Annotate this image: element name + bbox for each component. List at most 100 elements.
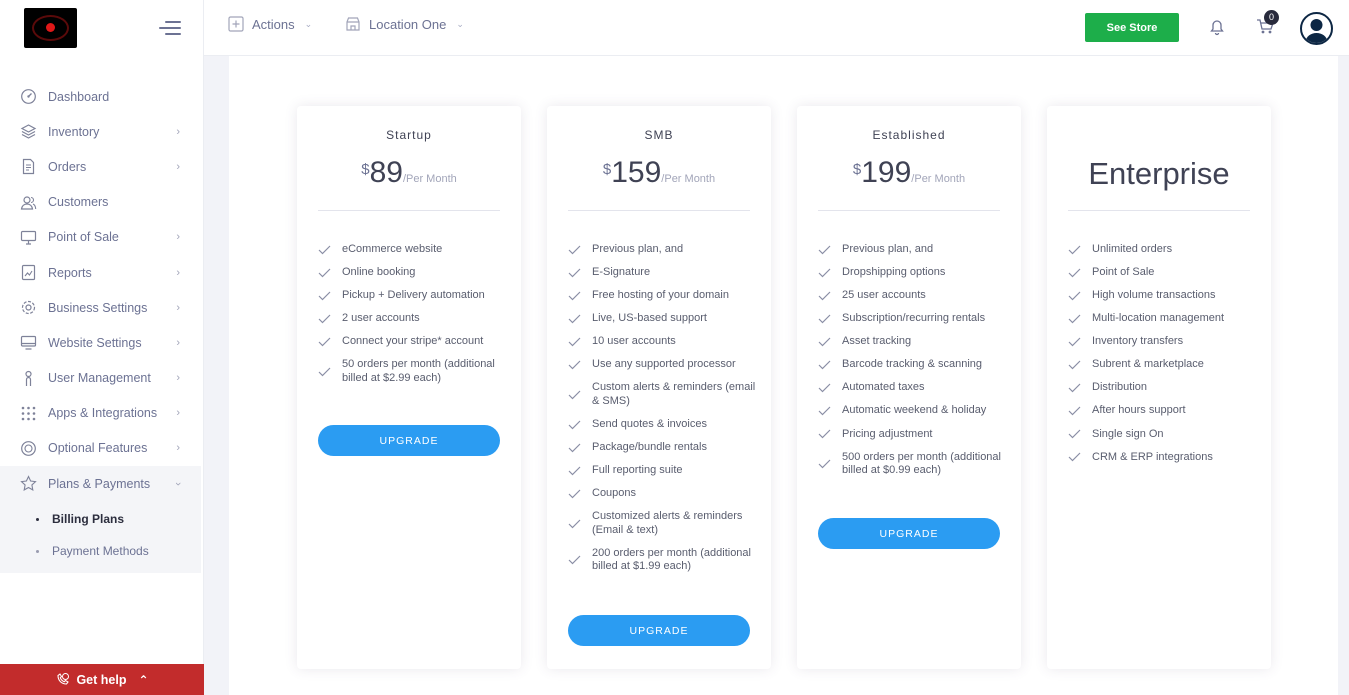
- check-icon: [568, 360, 581, 370]
- feature-item: Distribution: [1068, 377, 1257, 400]
- feature-item: High volume transactions: [1068, 284, 1257, 307]
- check-icon: [568, 314, 581, 324]
- sidebar-item-label: Plans & Payments: [48, 476, 151, 491]
- sidebar-item-orders[interactable]: Orders ›: [0, 149, 201, 184]
- sidebar-item-reports[interactable]: Reports ›: [0, 255, 201, 290]
- upgrade-button-smb[interactable]: UPGRADE: [568, 615, 750, 646]
- see-store-button[interactable]: See Store: [1085, 13, 1179, 42]
- plan-card-enterprise: Enterprise Unlimited orders Point of Sal…: [1047, 106, 1271, 669]
- sidebar-item-optional-features[interactable]: Optional Features ›: [0, 431, 201, 466]
- sidebar-item-customers[interactable]: Customers: [0, 185, 201, 220]
- sidebar-item-business-settings[interactable]: Business Settings ›: [0, 290, 201, 325]
- sidebar-item-point-of-sale[interactable]: Point of Sale ›: [0, 220, 201, 255]
- price-period: /Per Month: [661, 173, 716, 185]
- plan-card-smb: SMB $159/Per Month Previous plan, and E-…: [547, 106, 771, 669]
- star-icon: [20, 475, 37, 492]
- chevron-down-icon: ›: [172, 481, 185, 486]
- sidebar-item-label: Customers: [48, 195, 109, 210]
- feature-text: E-Signature: [592, 265, 651, 278]
- check-icon: [1068, 429, 1081, 439]
- sidebar-item-user-management[interactable]: User Management ›: [0, 361, 201, 396]
- plan-price: $199/Per Month: [797, 156, 1021, 190]
- feature-item: Online booking: [318, 261, 507, 284]
- location-menu[interactable]: Location One ⌄: [345, 16, 464, 32]
- check-icon: [818, 383, 831, 393]
- price-period: /Per Month: [911, 173, 966, 185]
- divider: [568, 210, 750, 211]
- sidebar-item-dashboard[interactable]: Dashboard: [0, 79, 201, 114]
- price-currency: $: [361, 161, 370, 178]
- feature-text: Custom alerts & reminders (email & SMS): [592, 381, 756, 407]
- sidebar-subitem-label: Billing Plans: [52, 512, 125, 527]
- check-icon: [818, 459, 831, 469]
- sidebar-item-label: Reports: [48, 265, 92, 280]
- check-icon: [318, 314, 331, 324]
- brand-area: [0, 0, 204, 56]
- chevron-right-icon: ›: [176, 266, 180, 279]
- feature-text: 2 user accounts: [342, 312, 420, 325]
- user-avatar[interactable]: [1300, 12, 1333, 45]
- grid-icon: [20, 405, 37, 422]
- feature-text: 25 user accounts: [842, 288, 926, 301]
- sidebar-item-inventory[interactable]: Inventory ›: [0, 114, 201, 149]
- feature-item: eCommerce website: [318, 238, 507, 261]
- layers-icon: [20, 123, 37, 140]
- check-icon: [1068, 245, 1081, 254]
- feature-item: Subscription/recurring rentals: [818, 307, 1007, 330]
- check-icon: [568, 291, 581, 301]
- feature-item: Barcode tracking & scanning: [818, 353, 1007, 376]
- price-currency: $: [852, 161, 862, 178]
- support-icon: [57, 673, 70, 685]
- logo[interactable]: [24, 8, 77, 48]
- plan-price: $89/Per Month: [297, 156, 521, 190]
- feature-item: 10 user accounts: [568, 330, 757, 353]
- feature-text: CRM & ERP integrations: [1092, 450, 1213, 463]
- main-content: Startup $89/Per Month eCommerce website …: [229, 56, 1338, 695]
- sidebar-item-label: Orders: [48, 159, 87, 174]
- check-icon: [1068, 291, 1081, 301]
- bullet-icon: [36, 549, 39, 553]
- bell-icon[interactable]: [1209, 19, 1225, 41]
- get-help-button[interactable]: Get help ⌃: [0, 664, 204, 695]
- check-icon: [1068, 337, 1081, 347]
- check-icon: [568, 466, 581, 476]
- feature-text: 10 user accounts: [592, 335, 676, 348]
- sidebar-subitem-payment-methods[interactable]: Payment Methods: [0, 535, 201, 567]
- price-period: /Per Month: [402, 173, 457, 185]
- sidebar: Dashboard Inventory › Orders › Customers…: [0, 56, 204, 695]
- sidebar-item-plans-payments[interactable]: Plans & Payments ›: [0, 466, 201, 502]
- chevron-right-icon: ›: [176, 407, 180, 420]
- sidebar-item-apps-integrations[interactable]: Apps & Integrations ›: [0, 396, 201, 431]
- feature-item: Point of Sale: [1068, 261, 1257, 284]
- sidebar-item-label: Point of Sale: [48, 230, 119, 245]
- upgrade-button-established[interactable]: UPGRADE: [818, 518, 1000, 549]
- store-icon: [346, 17, 360, 31]
- feature-item: Live, US-based support: [568, 307, 757, 330]
- feature-item: CRM & ERP integrations: [1068, 446, 1257, 469]
- sidebar-item-website-settings[interactable]: Website Settings ›: [0, 325, 201, 360]
- check-icon: [1068, 383, 1081, 393]
- feature-item: 200 orders per month (additional billed …: [568, 542, 757, 579]
- feature-item: Previous plan, and: [568, 238, 757, 261]
- feature-text: High volume transactions: [1092, 288, 1216, 301]
- sidebar-subitem-billing-plans[interactable]: Billing Plans: [0, 503, 201, 535]
- check-icon: [318, 268, 331, 277]
- plans-payments-submenu: Billing Plans Payment Methods: [0, 501, 201, 574]
- actions-menu[interactable]: Actions ⌄: [228, 16, 312, 32]
- feature-item: Unlimited orders: [1068, 238, 1257, 261]
- feature-text: Multi-location management: [1092, 312, 1225, 325]
- check-icon: [818, 406, 831, 416]
- feature-text: Full reporting suite: [592, 464, 683, 477]
- feature-text: Previous plan, and: [592, 242, 684, 255]
- monitor-icon: [20, 229, 37, 246]
- check-icon: [318, 245, 331, 254]
- feature-text: Free hosting of your domain: [592, 288, 729, 301]
- upgrade-button-startup[interactable]: UPGRADE: [318, 425, 500, 456]
- feature-text: Previous plan, and: [842, 242, 934, 255]
- document-icon: [20, 158, 37, 175]
- user-touch-icon: [20, 370, 37, 387]
- menu-toggle-icon[interactable]: [157, 19, 181, 37]
- feature-item: Pricing adjustment: [818, 423, 1007, 446]
- user-icon: [1305, 19, 1328, 43]
- check-icon: [1068, 268, 1081, 277]
